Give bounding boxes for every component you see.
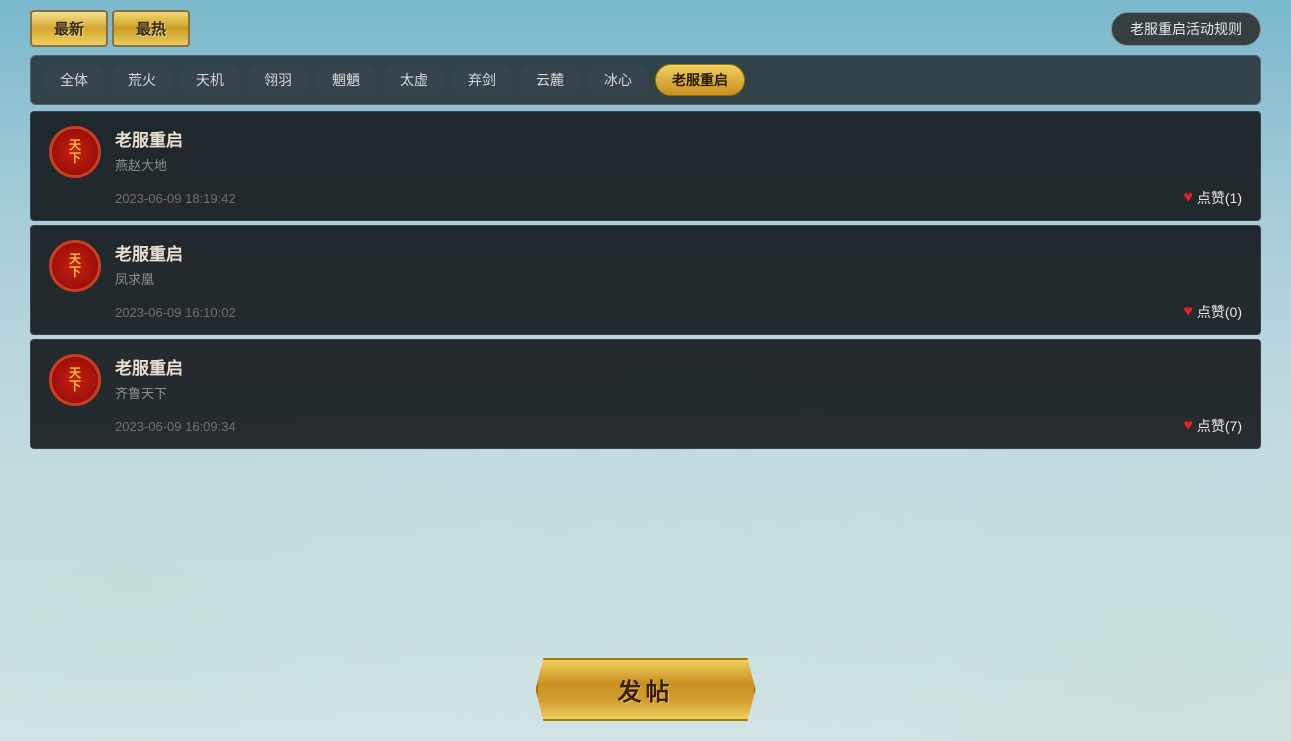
post-card-1[interactable]: 天 下 老服重启 燕赵大地 2023-06-09 18:19:42 ♥ 点赞(1… bbox=[30, 111, 1261, 221]
post-like-3[interactable]: ♥ 点赞(7) bbox=[1183, 416, 1242, 436]
newest-tab-button[interactable]: 最新 bbox=[30, 10, 108, 47]
category-tab-pijian[interactable]: 弃剑 bbox=[451, 64, 513, 96]
hottest-tab-button[interactable]: 最热 bbox=[112, 10, 190, 47]
post-like-label-3: 点赞(7) bbox=[1197, 416, 1242, 436]
post-avatar-3: 天 下 bbox=[49, 354, 101, 406]
post-title-2: 老服重启 bbox=[115, 240, 1242, 265]
post-footer-2: 2023-06-09 16:10:02 ♥ 点赞(0) bbox=[115, 302, 1242, 322]
category-tab-taixu[interactable]: 太虚 bbox=[383, 64, 445, 96]
post-content-3: 老服重启 齐鲁天下 2023-06-09 16:09:34 ♥ 点赞(7) bbox=[115, 354, 1242, 436]
category-tab-all[interactable]: 全体 bbox=[43, 64, 105, 96]
post-like-1[interactable]: ♥ 点赞(1) bbox=[1183, 188, 1242, 208]
category-tab-yunlu[interactable]: 云麓 bbox=[519, 64, 581, 96]
post-time-3: 2023-06-09 16:09:34 bbox=[115, 419, 236, 434]
category-tab-tianji[interactable]: 天机 bbox=[179, 64, 241, 96]
post-avatar-1: 天 下 bbox=[49, 126, 101, 178]
post-footer-3: 2023-06-09 16:09:34 ♥ 点赞(7) bbox=[115, 416, 1242, 436]
post-avatar-2: 天 下 bbox=[49, 240, 101, 292]
category-tab-huohuo[interactable]: 荒火 bbox=[111, 64, 173, 96]
heart-icon-2: ♥ bbox=[1183, 303, 1193, 321]
category-tab-cuiyu[interactable]: 翎羽 bbox=[247, 64, 309, 96]
top-bar: 最新 最热 老服重启活动规则 bbox=[30, 10, 1261, 47]
post-content-1: 老服重启 燕赵大地 2023-06-09 18:19:42 ♥ 点赞(1) bbox=[115, 126, 1242, 208]
post-card-3[interactable]: 天 下 老服重启 齐鲁天下 2023-06-09 16:09:34 ♥ 点赞(7… bbox=[30, 339, 1261, 449]
avatar-line2-1: 下 bbox=[69, 152, 81, 165]
post-title-1: 老服重启 bbox=[115, 126, 1242, 151]
heart-icon-1: ♥ bbox=[1183, 189, 1193, 207]
post-like-2[interactable]: ♥ 点赞(0) bbox=[1183, 302, 1242, 322]
post-title-3: 老服重启 bbox=[115, 354, 1242, 379]
post-author-1: 燕赵大地 bbox=[115, 155, 1242, 174]
post-footer-1: 2023-06-09 18:19:42 ♥ 点赞(1) bbox=[115, 188, 1242, 208]
top-left-buttons: 最新 最热 bbox=[30, 10, 190, 47]
post-time-2: 2023-06-09 16:10:02 bbox=[115, 305, 236, 320]
post-like-label-2: 点赞(0) bbox=[1197, 302, 1242, 322]
rules-button[interactable]: 老服重启活动规则 bbox=[1111, 12, 1261, 46]
post-card-2[interactable]: 天 下 老服重启 凤求凰 2023-06-09 16:10:02 ♥ 点赞(0) bbox=[30, 225, 1261, 335]
avatar-line2-3: 下 bbox=[69, 380, 81, 393]
post-like-label-1: 点赞(1) bbox=[1197, 188, 1242, 208]
post-time-1: 2023-06-09 18:19:42 bbox=[115, 191, 236, 206]
avatar-line2-2: 下 bbox=[69, 266, 81, 279]
post-button-container: 发帖 bbox=[30, 658, 1261, 731]
post-button[interactable]: 发帖 bbox=[536, 658, 756, 721]
category-tab-meimei[interactable]: 魍魉 bbox=[315, 64, 377, 96]
post-author-2: 凤求凰 bbox=[115, 269, 1242, 288]
category-tab-laofuchongqi[interactable]: 老服重启 bbox=[655, 64, 745, 96]
category-tab-bingxin[interactable]: 冰心 bbox=[587, 64, 649, 96]
posts-area: 天 下 老服重启 燕赵大地 2023-06-09 18:19:42 ♥ 点赞(1… bbox=[30, 111, 1261, 648]
category-panel: 全体荒火天机翎羽魍魉太虚弃剑云麓冰心老服重启 bbox=[30, 55, 1261, 105]
heart-icon-3: ♥ bbox=[1183, 417, 1193, 435]
post-author-3: 齐鲁天下 bbox=[115, 383, 1242, 402]
post-content-2: 老服重启 凤求凰 2023-06-09 16:10:02 ♥ 点赞(0) bbox=[115, 240, 1242, 322]
main-container: 最新 最热 老服重启活动规则 全体荒火天机翎羽魍魉太虚弃剑云麓冰心老服重启 天 … bbox=[0, 0, 1291, 741]
